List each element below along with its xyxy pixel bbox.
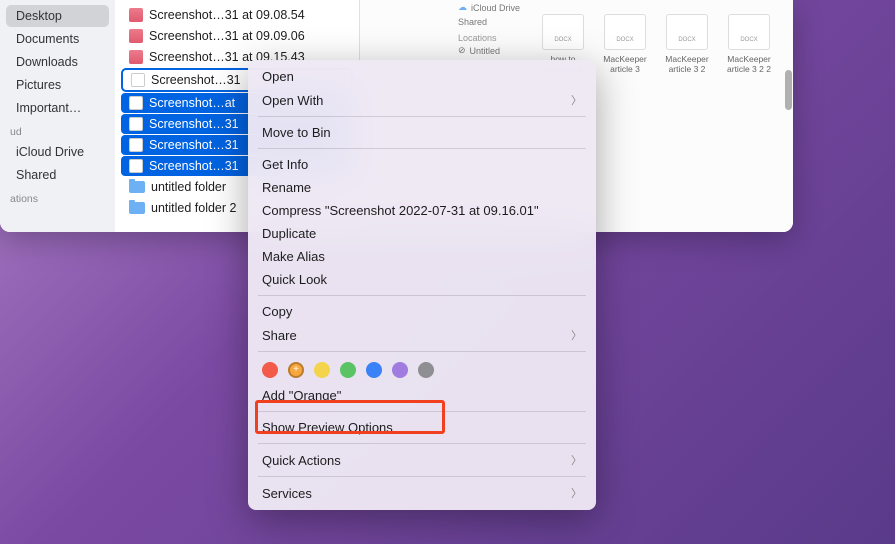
- menu-open-with[interactable]: Open With〉: [248, 88, 596, 112]
- sidebar-item-icloud-drive[interactable]: iCloud Drive: [6, 141, 109, 163]
- file-name: Screenshot…31: [151, 73, 241, 87]
- preview-thumbnail[interactable]: MacKeeper article 3 2 2: [724, 14, 774, 84]
- menu-quick-look[interactable]: Quick Look: [248, 268, 596, 291]
- folder-icon: [129, 202, 145, 214]
- menu-get-info[interactable]: Get Info: [248, 153, 596, 176]
- folder-icon: [129, 181, 145, 193]
- file-icon: [129, 8, 143, 22]
- file-icon: [129, 50, 143, 64]
- sidebar-item-desktop[interactable]: Desktop: [6, 5, 109, 27]
- file-name: Screenshot…at: [149, 96, 235, 110]
- tag-color-4[interactable]: [366, 362, 382, 378]
- file-icon: [129, 117, 143, 131]
- preview-side-item: iCloud Drive: [471, 3, 520, 13]
- context-menu: Open Open With〉 Move to Bin Get Info Ren…: [248, 60, 596, 510]
- sidebar-section-header: ations: [0, 187, 115, 207]
- tag-color-1[interactable]: +: [288, 362, 304, 378]
- menu-separator: [258, 148, 586, 149]
- sidebar: DesktopDocumentsDownloadsPicturesImporta…: [0, 0, 115, 232]
- tag-color-3[interactable]: [340, 362, 356, 378]
- file-icon: [129, 159, 143, 173]
- chevron-right-icon: 〉: [571, 485, 582, 501]
- menu-separator: [258, 116, 586, 117]
- preview-side-item: Shared: [452, 15, 528, 29]
- menu-share[interactable]: Share〉: [248, 323, 596, 347]
- menu-separator: [258, 295, 586, 296]
- menu-tags-row: +: [248, 356, 596, 384]
- menu-rename[interactable]: Rename: [248, 176, 596, 199]
- preview-side-header: Locations: [452, 29, 528, 44]
- menu-make-alias[interactable]: Make Alias: [248, 245, 596, 268]
- list-item[interactable]: Screenshot…31 at 09.08.54: [121, 5, 353, 25]
- chevron-right-icon: 〉: [571, 452, 582, 468]
- preview-thumbnail[interactable]: MacKeeper article 3: [600, 14, 650, 84]
- sidebar-item-downloads[interactable]: Downloads: [6, 51, 109, 73]
- sidebar-section-header: ud: [0, 120, 115, 140]
- file-name: Screenshot…31 at 09.09.06: [149, 29, 305, 43]
- file-icon: [129, 29, 143, 43]
- menu-separator: [258, 476, 586, 477]
- tag-color-0[interactable]: [262, 362, 278, 378]
- preview-thumbnail[interactable]: MacKeeper article 3 2: [662, 14, 712, 84]
- doc-icon: [666, 14, 708, 50]
- file-name: Screenshot…31: [149, 138, 239, 152]
- preview-side-item: Untitled: [470, 46, 501, 56]
- menu-quick-actions[interactable]: Quick Actions〉: [248, 448, 596, 472]
- menu-open[interactable]: Open: [248, 65, 596, 88]
- menu-services[interactable]: Services〉: [248, 481, 596, 505]
- sidebar-item-pictures[interactable]: Pictures: [6, 74, 109, 96]
- chevron-right-icon: 〉: [571, 327, 582, 343]
- file-icon: [129, 96, 143, 110]
- menu-duplicate[interactable]: Duplicate: [248, 222, 596, 245]
- doc-icon: [542, 14, 584, 50]
- file-name: Screenshot…31: [149, 117, 239, 131]
- file-name: Screenshot…31: [149, 159, 239, 173]
- chevron-right-icon: 〉: [571, 92, 582, 108]
- doc-icon: [728, 14, 770, 50]
- file-name: untitled folder: [151, 180, 226, 194]
- menu-separator: [258, 443, 586, 444]
- annotation-highlight-box: [255, 400, 445, 434]
- sidebar-item-documents[interactable]: Documents: [6, 28, 109, 50]
- doc-icon: [604, 14, 646, 50]
- list-item[interactable]: Screenshot…31 at 09.09.06: [121, 26, 353, 46]
- file-name: Screenshot…31 at 09.08.54: [149, 8, 305, 22]
- tag-color-5[interactable]: [392, 362, 408, 378]
- file-icon: [129, 138, 143, 152]
- file-icon: [131, 73, 145, 87]
- file-name: untitled folder 2: [151, 201, 236, 215]
- menu-separator: [258, 351, 586, 352]
- menu-move-to-bin[interactable]: Move to Bin: [248, 121, 596, 144]
- menu-copy[interactable]: Copy: [248, 300, 596, 323]
- menu-compress[interactable]: Compress "Screenshot 2022-07-31 at 09.16…: [248, 199, 596, 222]
- tag-color-6[interactable]: [418, 362, 434, 378]
- sidebar-item-shared[interactable]: Shared: [6, 164, 109, 186]
- sidebar-item-important[interactable]: Important…: [6, 97, 109, 119]
- tag-color-2[interactable]: [314, 362, 330, 378]
